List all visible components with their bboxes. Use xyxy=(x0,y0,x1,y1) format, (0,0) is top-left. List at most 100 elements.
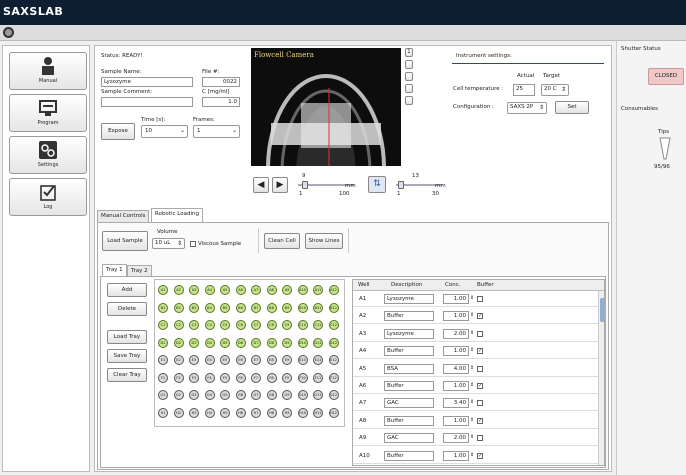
well-g3[interactable]: G3 xyxy=(189,390,199,400)
spinner-icon[interactable]: ⇕ xyxy=(470,365,474,371)
table-row[interactable]: A7 GAC 3.40 ⇕ xyxy=(353,396,604,412)
well-d7[interactable]: D7 xyxy=(251,337,261,348)
table-row[interactable]: A1 Lysozyme 1.00 ⇕ xyxy=(353,292,604,307)
scrollbar-thumb[interactable] xyxy=(600,298,604,322)
frames-select[interactable]: 1 ⌄ xyxy=(193,125,240,138)
well-d1[interactable]: D1 xyxy=(158,337,168,348)
camera-side-button-5[interactable] xyxy=(405,96,413,105)
cell-description-input[interactable]: GAC xyxy=(384,433,434,444)
well-g7[interactable]: G7 xyxy=(251,390,261,400)
well-a8[interactable]: A8 xyxy=(266,285,277,295)
cell-conc-input[interactable]: 3.40 xyxy=(443,398,469,409)
tab-tray-2[interactable]: Tray 2 xyxy=(127,265,152,276)
cell-description-input[interactable]: Lysozyme xyxy=(384,328,434,339)
camera-side-button-4[interactable] xyxy=(405,84,413,93)
well-g5[interactable]: G5 xyxy=(220,390,230,400)
well-b9[interactable]: B9 xyxy=(282,302,292,313)
well-e5[interactable]: E5 xyxy=(220,355,230,365)
well-f8[interactable]: F8 xyxy=(266,372,277,383)
volume-select[interactable]: 10 uL ⇕ xyxy=(152,238,185,249)
load-tray-button[interactable]: Load Tray xyxy=(107,330,147,344)
table-row[interactable]: A3 Lysozyme 2.00 ⇕ xyxy=(353,327,604,342)
well-h12[interactable]: H12 xyxy=(328,407,339,418)
well-h7[interactable]: H7 xyxy=(251,407,261,418)
well-f5[interactable]: F5 xyxy=(220,372,230,383)
well-g1[interactable]: G1 xyxy=(158,390,168,400)
well-f3[interactable]: F3 xyxy=(189,372,199,383)
well-a5[interactable]: A5 xyxy=(220,285,230,295)
well-g10[interactable]: G10 xyxy=(297,390,308,400)
cell-conc-input[interactable]: 1.00 xyxy=(443,415,469,426)
well-a11[interactable]: A11 xyxy=(313,285,323,295)
cell-conc-input[interactable]: 1.00 xyxy=(443,450,469,461)
well-f7[interactable]: F7 xyxy=(251,372,261,383)
spinner-icon[interactable]: ⇕ xyxy=(470,382,474,388)
well-a3[interactable]: A3 xyxy=(189,285,199,295)
load-sample-button[interactable]: Load Sample xyxy=(102,231,148,251)
well-c4[interactable]: C4 xyxy=(204,320,215,330)
well-b8[interactable]: B8 xyxy=(266,302,277,313)
well-h1[interactable]: H1 xyxy=(158,407,168,418)
buffer-checkbox[interactable]: ✓ xyxy=(477,383,483,389)
well-c2[interactable]: C2 xyxy=(173,320,184,330)
well-g6[interactable]: G6 xyxy=(235,390,246,400)
well-g2[interactable]: G2 xyxy=(173,390,184,400)
well-g8[interactable]: G8 xyxy=(266,390,277,400)
well-e2[interactable]: E2 xyxy=(173,355,184,365)
clean-cell-button[interactable]: Clean Cell xyxy=(264,233,300,249)
sidebar-item-program[interactable]: Program xyxy=(9,94,87,132)
well-e1[interactable]: E1 xyxy=(158,355,168,365)
cell-description-input[interactable]: GAC xyxy=(384,398,434,409)
well-h11[interactable]: H11 xyxy=(313,407,323,418)
sidebar-item-settings[interactable]: Settings xyxy=(9,136,87,174)
well-c12[interactable]: C12 xyxy=(328,320,339,330)
well-d9[interactable]: D9 xyxy=(282,337,292,348)
delete-button[interactable]: Delete xyxy=(107,302,147,316)
buffer-checkbox[interactable] xyxy=(477,296,483,302)
spinner-icon[interactable]: ⇕ xyxy=(470,417,474,423)
table-row[interactable]: A2 Buffer 1.00 ⇕ ✓ xyxy=(353,309,604,325)
table-row[interactable]: A5 BSA 4.00 ⇕ xyxy=(353,362,604,377)
cell-conc-input[interactable]: 4.00 xyxy=(443,363,469,374)
well-h2[interactable]: H2 xyxy=(173,407,184,418)
arrow-right-button[interactable]: ▶ xyxy=(272,177,288,193)
well-d3[interactable]: D3 xyxy=(189,337,199,348)
well-e10[interactable]: E10 xyxy=(297,355,308,365)
well-e7[interactable]: E7 xyxy=(251,355,261,365)
spinner-icon[interactable]: ⇕ xyxy=(470,330,474,336)
cell-conc-input[interactable]: 2.00 xyxy=(443,433,469,444)
table-row[interactable]: A10 Buffer 1.00 ⇕ ✓ xyxy=(353,449,604,464)
well-f6[interactable]: F6 xyxy=(235,372,246,383)
well-h4[interactable]: H4 xyxy=(204,407,215,418)
well-h9[interactable]: H9 xyxy=(282,407,292,418)
well-b4[interactable]: B4 xyxy=(204,302,215,313)
well-e3[interactable]: E3 xyxy=(189,355,199,365)
well-f4[interactable]: F4 xyxy=(204,372,215,383)
clear-tray-button[interactable]: Clear Tray xyxy=(107,368,147,382)
expose-button[interactable]: Expose xyxy=(101,123,135,140)
well-g4[interactable]: G4 xyxy=(204,390,215,400)
time-select[interactable]: 10 ⌄ xyxy=(141,125,188,138)
sample-name-input[interactable]: Lysozyme xyxy=(101,77,193,87)
well-c5[interactable]: C5 xyxy=(220,320,230,330)
well-e6[interactable]: E6 xyxy=(235,355,246,365)
well-h5[interactable]: H5 xyxy=(220,407,230,418)
sidebar-item-log[interactable]: Log xyxy=(9,178,87,216)
well-f1[interactable]: F1 xyxy=(158,372,168,383)
well-d11[interactable]: D11 xyxy=(313,337,323,348)
well-d12[interactable]: D12 xyxy=(328,337,339,348)
well-e12[interactable]: E12 xyxy=(328,355,339,365)
well-c11[interactable]: C11 xyxy=(313,320,323,330)
spinner-icon[interactable]: ⇕ xyxy=(470,295,474,301)
tab-tray-1[interactable]: Tray 1 xyxy=(102,264,127,276)
well-f10[interactable]: F10 xyxy=(297,372,308,383)
well-g9[interactable]: G9 xyxy=(282,390,292,400)
well-a6[interactable]: A6 xyxy=(235,285,246,295)
cell-description-input[interactable]: Buffer xyxy=(384,450,434,461)
well-d2[interactable]: D2 xyxy=(173,337,184,348)
camera-side-button-3[interactable] xyxy=(405,72,413,81)
well-b10[interactable]: B10 xyxy=(297,302,308,313)
tab-robotic-loading[interactable]: Robotic Loading xyxy=(151,208,203,222)
cell-description-input[interactable]: Buffer xyxy=(384,415,434,426)
well-a1[interactable]: A1 xyxy=(158,285,168,295)
